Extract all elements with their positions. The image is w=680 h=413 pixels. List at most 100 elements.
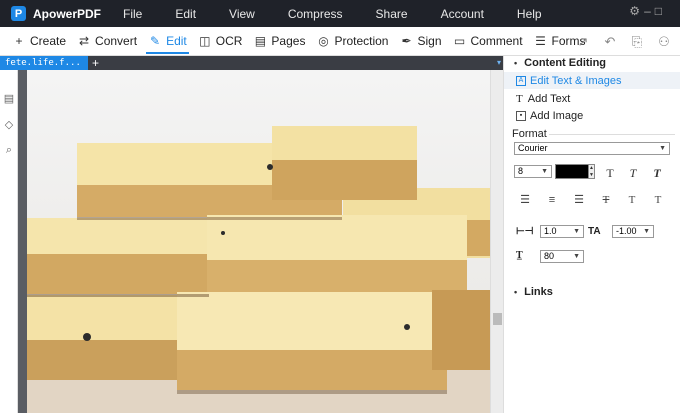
chevron-down-icon: ▼: [573, 253, 580, 260]
add-image-label: Add Image: [530, 109, 584, 122]
edit-text-image-icon: A: [516, 75, 526, 86]
menu-view[interactable]: View: [229, 7, 255, 21]
superscript-icon[interactable]: T: [625, 193, 639, 207]
document-tab-bar: fete.life.f... + ▾: [0, 56, 503, 70]
line-spacing-icon: ⊢⊣: [516, 226, 534, 237]
ocr-label: OCR: [215, 34, 243, 48]
protection-button[interactable]: ◎ Protection: [316, 27, 388, 55]
window-controls: ⚙–□: [629, 4, 666, 18]
app-name: ApowerPDF: [33, 6, 102, 21]
subscript-icon[interactable]: T: [651, 193, 665, 207]
toolbar-right-group: ↗ ↶ ⎘ ⚇: [564, 34, 672, 50]
minimize-icon[interactable]: –: [644, 4, 655, 18]
bookmark-icon[interactable]: ◇: [0, 118, 18, 142]
title-bar: P ApowerPDF File Edit View Compress Shar…: [0, 0, 680, 27]
align-left-icon[interactable]: ☰: [518, 193, 532, 207]
convert-label: Convert: [95, 34, 138, 48]
content-editing-header[interactable]: • Content Editing: [504, 57, 606, 69]
format-divider: [549, 134, 675, 135]
menu-compress[interactable]: Compress: [288, 7, 343, 21]
scrollbar-thumb[interactable]: [493, 313, 502, 325]
image-icon: ▪: [516, 110, 526, 121]
char-spacing-icon: TA: [588, 226, 601, 237]
settings-icon[interactable]: ⚙: [629, 4, 644, 18]
menu-help[interactable]: Help: [517, 7, 542, 21]
edit-text-images-label: Edit Text & Images: [530, 74, 622, 87]
text-style-italic-icon[interactable]: T: [626, 166, 640, 180]
line-spacing-value: 1.0: [544, 226, 557, 236]
font-size-select[interactable]: 8 ▼: [514, 165, 552, 178]
menu-file[interactable]: File: [123, 7, 142, 21]
text-style-normal-icon[interactable]: T: [603, 166, 617, 180]
menu-edit[interactable]: Edit: [175, 7, 196, 21]
add-image-option[interactable]: ▪ Add Image: [504, 107, 680, 124]
left-sidebar: ▤ ◇ ⌕: [0, 70, 18, 413]
thumbnails-icon[interactable]: ▤: [0, 92, 18, 116]
sign-button[interactable]: ✒ Sign: [399, 27, 441, 55]
horizontal-scale-select[interactable]: 80 ▼: [540, 250, 584, 263]
format-label: Format: [512, 128, 547, 140]
forms-icon: ☰: [535, 34, 546, 48]
menu-share[interactable]: Share: [376, 7, 408, 21]
font-family-select[interactable]: Courier ▼: [514, 142, 670, 155]
edit-button[interactable]: ✎ Edit: [146, 27, 189, 55]
pages-button[interactable]: ▤ Pages: [253, 27, 306, 55]
add-text-label: Add Text: [527, 92, 571, 105]
horizontal-scale-icon: T̲: [516, 250, 523, 261]
undo-icon[interactable]: ↶: [602, 34, 618, 50]
edit-icon: ✎: [150, 34, 161, 48]
chevron-down-icon: ▼: [643, 228, 650, 235]
ocr-icon: ◫: [199, 34, 211, 48]
line-spacing-select[interactable]: 1.0 ▼: [540, 225, 584, 238]
char-spacing-select[interactable]: -1.00 ▼: [612, 225, 654, 238]
create-icon: +: [15, 34, 23, 48]
comment-icon: ▭: [453, 34, 466, 48]
lemon-bars-photo: [27, 70, 490, 413]
user-icon[interactable]: ⚇: [656, 34, 672, 50]
add-text-option[interactable]: T Add Text: [504, 90, 680, 107]
align-right-icon[interactable]: ☰: [572, 193, 586, 207]
text-cursor-icon: T: [516, 92, 523, 105]
search-icon[interactable]: ⌕: [0, 144, 18, 168]
text-color-swatch[interactable]: [555, 164, 589, 179]
attachment-icon[interactable]: ⎘: [629, 34, 645, 50]
font-family-value: Courier: [518, 143, 548, 153]
maximize-icon[interactable]: □: [655, 4, 666, 18]
menu-bar: File Edit View Compress Share Account He…: [123, 7, 575, 21]
chevron-down-icon: ▼: [541, 168, 548, 175]
align-center-icon[interactable]: ≡: [545, 193, 559, 207]
tab-menu-icon[interactable]: ▾: [497, 56, 501, 70]
create-label: Create: [30, 34, 67, 48]
edit-panel: • Content Editing A Edit Text & Images T…: [503, 56, 680, 413]
edit-text-images-option[interactable]: A Edit Text & Images: [504, 72, 680, 89]
new-tab-button[interactable]: +: [92, 56, 99, 70]
convert-icon: ⇄: [79, 34, 90, 48]
document-tab[interactable]: fete.life.f...: [0, 56, 88, 70]
menu-account[interactable]: Account: [441, 7, 484, 21]
chevron-down-icon: ▼: [659, 145, 666, 152]
content-editing-label: Content Editing: [524, 57, 607, 69]
color-picker-arrow-icon[interactable]: ▲ ▼: [588, 164, 595, 179]
create-button[interactable]: + Create: [12, 27, 66, 55]
horizontal-scale-value: 80: [544, 251, 555, 261]
text-style-bold-italic-icon[interactable]: T: [650, 166, 664, 180]
vertical-scrollbar[interactable]: [490, 70, 503, 413]
bullet-icon: •: [514, 58, 518, 68]
edit-label: Edit: [166, 34, 187, 48]
convert-button[interactable]: ⇄ Convert: [77, 27, 137, 55]
share-arrow-icon[interactable]: ↗: [575, 34, 591, 50]
pen-icon: ✒: [401, 34, 412, 48]
document-canvas[interactable]: [18, 70, 490, 413]
protection-label: Protection: [334, 34, 389, 48]
document-page[interactable]: [27, 70, 490, 413]
strikethrough-icon[interactable]: T: [599, 193, 613, 207]
chevron-down-icon: ▼: [573, 228, 580, 235]
font-size-value: 8: [518, 166, 524, 176]
comment-label: Comment: [470, 34, 523, 48]
comment-button[interactable]: ▭ Comment: [453, 27, 523, 55]
ocr-button[interactable]: ◫ OCR: [198, 27, 243, 55]
shield-icon: ◎: [318, 34, 329, 48]
bullet-icon: •: [514, 287, 518, 297]
apowerpdf-logo-icon: P: [11, 6, 26, 21]
links-header[interactable]: • Links: [504, 286, 553, 298]
